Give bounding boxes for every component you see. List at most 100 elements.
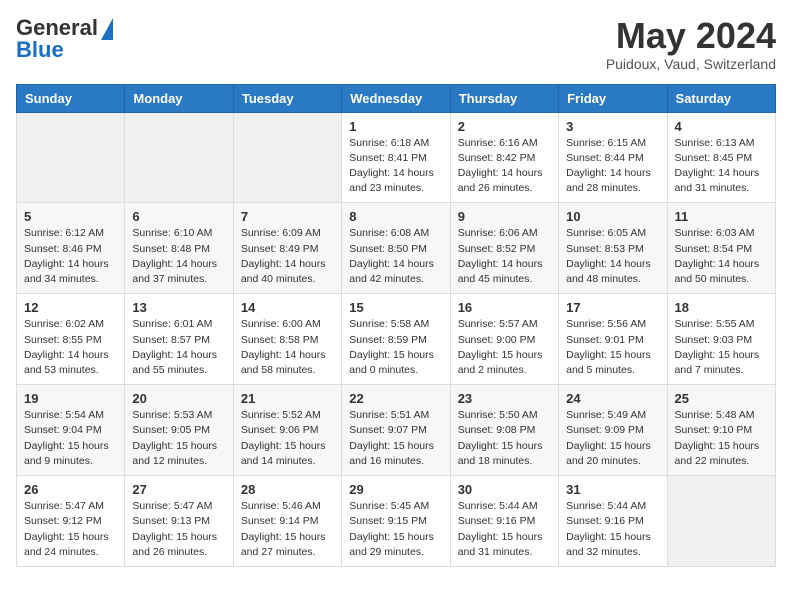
daylight-text: Daylight: 14 hours and 42 minutes. bbox=[349, 258, 434, 285]
day-info: Sunrise: 5:51 AMSunset: 9:07 PMDaylight:… bbox=[349, 408, 442, 469]
day-cell: 13Sunrise: 6:01 AMSunset: 8:57 PMDayligh… bbox=[125, 294, 233, 385]
sunset-text: Sunset: 8:53 PM bbox=[566, 243, 644, 255]
sunset-text: Sunset: 9:07 PM bbox=[349, 424, 427, 436]
day-number: 2 bbox=[458, 119, 551, 134]
sunrise-text: Sunrise: 5:53 AM bbox=[132, 409, 212, 421]
day-number: 20 bbox=[132, 391, 225, 406]
day-info: Sunrise: 5:49 AMSunset: 9:09 PMDaylight:… bbox=[566, 408, 659, 469]
day-number: 21 bbox=[241, 391, 334, 406]
sunset-text: Sunset: 9:01 PM bbox=[566, 334, 644, 346]
day-number: 29 bbox=[349, 482, 442, 497]
sunset-text: Sunset: 8:44 PM bbox=[566, 152, 644, 164]
week-row-3: 12 Sunrise: 6:02 AMSunset: 8:55 PMDayligh… bbox=[17, 294, 776, 385]
day-info: Sunrise: 6:03 AM Sunset: 8:54 PM Daylight:… bbox=[675, 226, 768, 287]
sunrise-text: Sunrise: 6:15 AM bbox=[566, 137, 646, 149]
sunset-text: Sunset: 9:16 PM bbox=[458, 515, 536, 527]
day-number: 15 bbox=[349, 300, 442, 315]
day-info: Sunrise: 5:47 AMSunset: 9:13 PMDaylight:… bbox=[132, 499, 225, 560]
day-info: Sunrise: 5:54 AMSunset: 9:04 PMDaylight:… bbox=[24, 408, 117, 469]
day-info: Sunrise: 5:53 AMSunset: 9:05 PMDaylight:… bbox=[132, 408, 225, 469]
day-cell: 18Sunrise: 5:55 AMSunset: 9:03 PMDayligh… bbox=[667, 294, 775, 385]
day-info: Sunrise: 6:12 AMSunset: 8:46 PMDaylight:… bbox=[24, 226, 117, 287]
sunrise-text: Sunrise: 6:01 AM bbox=[132, 318, 212, 330]
sunrise-text: Sunrise: 5:55 AM bbox=[675, 318, 755, 330]
daylight-text: Daylight: 14 hours and 28 minutes. bbox=[566, 167, 651, 194]
day-cell: 7 Sunrise: 6:09 AMSunset: 8:49 PMDaylight… bbox=[233, 203, 341, 294]
daylight-text: Daylight: 14 hours and 40 minutes. bbox=[241, 258, 326, 285]
sunset-text: Sunset: 9:03 PM bbox=[675, 334, 753, 346]
sunset-text: Sunset: 9:12 PM bbox=[24, 515, 102, 527]
daylight-text: Daylight: 15 hours and 9 minutes. bbox=[24, 440, 109, 467]
daylight-text: Daylight: 14 hours and 48 minutes. bbox=[566, 258, 651, 285]
day-number: 27 bbox=[132, 482, 225, 497]
day-number: 1 bbox=[349, 119, 442, 134]
day-info: Sunrise: 6:01 AMSunset: 8:57 PMDaylight:… bbox=[132, 317, 225, 378]
daylight-text: Daylight: 14 hours and 58 minutes. bbox=[241, 349, 326, 376]
day-info: Sunrise: 5:57 AMSunset: 9:00 PMDaylight:… bbox=[458, 317, 551, 378]
day-info: Sunrise: 5:50 AMSunset: 9:08 PMDaylight:… bbox=[458, 408, 551, 469]
sunset-text: Sunset: 8:52 PM bbox=[458, 243, 536, 255]
sunrise-text: Sunrise: 5:58 AM bbox=[349, 318, 429, 330]
day-number: 19 bbox=[24, 391, 117, 406]
sunrise-text: Sunrise: 5:48 AM bbox=[675, 409, 755, 421]
day-info: Sunrise: 6:18 AMSunset: 8:41 PMDaylight:… bbox=[349, 136, 442, 197]
day-cell: 4Sunrise: 6:13 AMSunset: 8:45 PMDaylight… bbox=[667, 112, 775, 203]
day-cell: 8Sunrise: 6:08 AMSunset: 8:50 PMDaylight… bbox=[342, 203, 450, 294]
sunrise-text: Sunrise: 6:06 AM bbox=[458, 227, 538, 239]
sunset-text: Sunset: 9:08 PM bbox=[458, 424, 536, 436]
day-number: 7 bbox=[241, 209, 334, 224]
sunrise-text: Sunrise: 5:57 AM bbox=[458, 318, 538, 330]
day-info: Sunrise: 5:55 AMSunset: 9:03 PMDaylight:… bbox=[675, 317, 768, 378]
sunrise-text: Sunrise: 5:50 AM bbox=[458, 409, 538, 421]
sunset-text: Sunset: 9:13 PM bbox=[132, 515, 210, 527]
day-number: 25 bbox=[675, 391, 768, 406]
day-info: Sunrise: 6:09 AMSunset: 8:49 PMDaylight:… bbox=[241, 226, 334, 287]
daylight-text: Daylight: 15 hours and 29 minutes. bbox=[349, 531, 434, 558]
daylight-text: Daylight: 15 hours and 22 minutes. bbox=[675, 440, 760, 467]
day-cell: 16Sunrise: 5:57 AMSunset: 9:00 PMDayligh… bbox=[450, 294, 558, 385]
day-info: Sunrise: 5:47 AMSunset: 9:12 PMDaylight:… bbox=[24, 499, 117, 560]
day-number: 14 bbox=[241, 300, 334, 315]
day-info: Sunrise: 6:02 AMSunset: 8:55 PMDaylight:… bbox=[24, 317, 117, 378]
day-info: Sunrise: 6:16 AMSunset: 8:42 PMDaylight:… bbox=[458, 136, 551, 197]
calendar-table: SundayMondayTuesdayWednesdayThursdayFrid… bbox=[16, 84, 776, 567]
page-header: General Blue May 2024 Puidoux, Vaud, Swi… bbox=[16, 16, 776, 72]
daylight-text: Daylight: 14 hours and 23 minutes. bbox=[349, 167, 434, 194]
sunset-text: Sunset: 8:58 PM bbox=[241, 334, 319, 346]
column-header-thursday: Thursday bbox=[450, 84, 558, 112]
day-cell: 12 Sunrise: 6:02 AMSunset: 8:55 PMDayligh… bbox=[17, 294, 125, 385]
column-header-tuesday: Tuesday bbox=[233, 84, 341, 112]
day-cell: 15Sunrise: 5:58 AMSunset: 8:59 PMDayligh… bbox=[342, 294, 450, 385]
daylight-text: Daylight: 14 hours and 37 minutes. bbox=[132, 258, 217, 285]
sunset-text: Sunset: 8:54 PM bbox=[675, 243, 753, 255]
day-info: Sunrise: 5:46 AMSunset: 9:14 PMDaylight:… bbox=[241, 499, 334, 560]
sunrise-text: Sunrise: 6:08 AM bbox=[349, 227, 429, 239]
day-info: Sunrise: 6:10 AMSunset: 8:48 PMDaylight:… bbox=[132, 226, 225, 287]
daylight-text: Daylight: 15 hours and 5 minutes. bbox=[566, 349, 651, 376]
sunrise-text: Sunrise: 5:56 AM bbox=[566, 318, 646, 330]
sunrise-text: Sunrise: 5:44 AM bbox=[566, 500, 646, 512]
sunrise-text: Sunrise: 6:00 AM bbox=[241, 318, 321, 330]
logo-blue: Blue bbox=[16, 38, 113, 62]
sunrise-text: Sunrise: 6:03 AM bbox=[675, 227, 755, 239]
day-cell: 21Sunrise: 5:52 AMSunset: 9:06 PMDayligh… bbox=[233, 385, 341, 476]
day-number: 12 bbox=[24, 300, 117, 315]
day-number: 24 bbox=[566, 391, 659, 406]
day-number: 6 bbox=[132, 209, 225, 224]
day-cell: 27 Sunrise: 5:47 AMSunset: 9:13 PMDayligh… bbox=[125, 476, 233, 567]
day-number: 9 bbox=[458, 209, 551, 224]
daylight-text: Daylight: 15 hours and 27 minutes. bbox=[241, 531, 326, 558]
sunset-text: Sunset: 8:45 PM bbox=[675, 152, 753, 164]
sunrise-text: Sunrise: 5:49 AM bbox=[566, 409, 646, 421]
column-header-monday: Monday bbox=[125, 84, 233, 112]
day-cell: 1 Sunrise: 6:18 AMSunset: 8:41 PMDaylight… bbox=[342, 112, 450, 203]
daylight-text: Daylight: 14 hours and 50 minutes. bbox=[675, 258, 760, 285]
day-cell bbox=[125, 112, 233, 203]
sunset-text: Sunset: 8:42 PM bbox=[458, 152, 536, 164]
day-cell: 20 Sunrise: 5:53 AMSunset: 9:05 PMDayligh… bbox=[125, 385, 233, 476]
day-info: Sunrise: 5:45 AMSunset: 9:15 PMDaylight:… bbox=[349, 499, 442, 560]
sunrise-text: Sunrise: 5:52 AM bbox=[241, 409, 321, 421]
day-info: Sunrise: 6:06 AMSunset: 8:52 PMDaylight:… bbox=[458, 226, 551, 287]
week-row-4: 19 Sunrise: 5:54 AMSunset: 9:04 PMDayligh… bbox=[17, 385, 776, 476]
day-info: Sunrise: 6:08 AMSunset: 8:50 PMDaylight:… bbox=[349, 226, 442, 287]
